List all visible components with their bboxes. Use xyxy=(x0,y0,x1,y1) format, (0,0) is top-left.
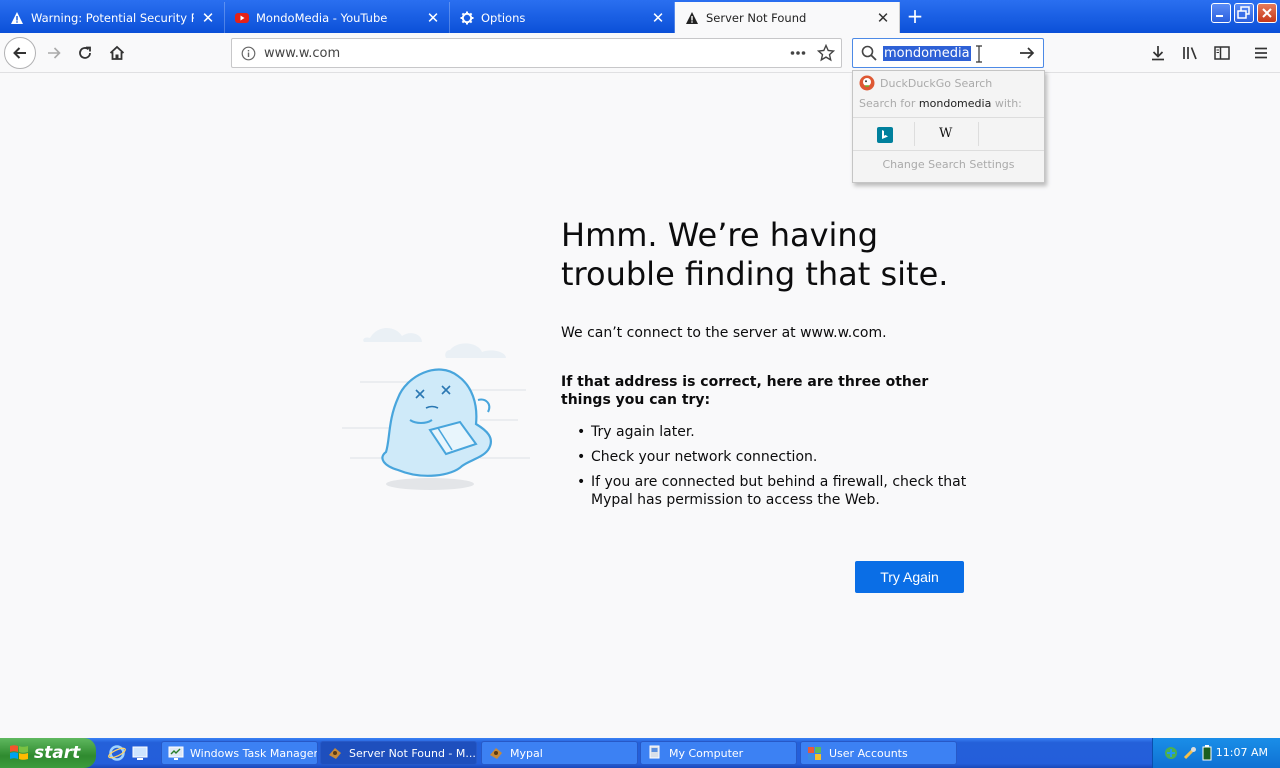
minimize-button[interactable] xyxy=(1211,3,1231,23)
taskbar-item-label: My Computer xyxy=(669,746,744,760)
taskbar-item-server-not-found[interactable]: Server Not Found - M... xyxy=(320,741,477,765)
url-text[interactable]: www.w.com xyxy=(264,46,340,61)
suggestions-heading: If that address is correct, here are thr… xyxy=(561,374,929,408)
gear-icon xyxy=(460,11,474,25)
info-icon[interactable] xyxy=(241,46,256,65)
search-bar[interactable]: mondomedia xyxy=(852,38,1044,68)
back-arrow-icon xyxy=(13,47,26,59)
task-manager-icon xyxy=(168,746,184,760)
engine-divider xyxy=(978,122,979,146)
navigation-toolbar: www.w.com mondomedia xyxy=(0,33,1280,73)
taskbar-item-label: Server Not Found - M... xyxy=(349,746,476,760)
list-item: If you are connected but behind a firewa… xyxy=(577,473,967,509)
reload-button[interactable] xyxy=(69,37,101,69)
wikipedia-icon[interactable]: W xyxy=(939,126,952,141)
close-icon[interactable]: ✕ xyxy=(425,9,441,27)
internet-explorer-icon[interactable] xyxy=(108,744,126,762)
back-button[interactable] xyxy=(4,37,36,69)
hamburger-menu-icon xyxy=(1255,47,1267,59)
tab-title: MondoMedia - YouTube xyxy=(256,10,388,25)
start-button[interactable]: start xyxy=(0,738,96,768)
mypal-icon xyxy=(490,748,502,759)
close-icon[interactable]: ✕ xyxy=(875,9,891,27)
duckduckgo-icon xyxy=(859,75,875,91)
tab-title: Server Not Found xyxy=(706,10,807,25)
error-illustration xyxy=(342,328,530,490)
popup-search-for-label: Search for mondomedia with: xyxy=(859,97,1022,110)
close-icon[interactable]: ✕ xyxy=(650,9,666,27)
taskbar-item-my-computer[interactable]: My Computer xyxy=(640,741,797,765)
computer-icon xyxy=(649,745,660,759)
tab-strip: Warning: Potential Security Risk Ahead ✕… xyxy=(0,0,1280,33)
change-search-settings-button[interactable]: Change Search Settings xyxy=(853,158,1044,171)
user-accounts-icon xyxy=(808,747,821,760)
library-icon xyxy=(1183,47,1197,60)
tab-security-warning[interactable]: Warning: Potential Security Risk Ahead ✕ xyxy=(0,2,225,33)
tab-server-not-found[interactable]: Server Not Found ✕ xyxy=(675,2,900,33)
start-label: start xyxy=(34,743,81,763)
warning-icon xyxy=(685,11,699,25)
error-description: We can’t connect to the server at www.w.… xyxy=(561,325,887,341)
windows-logo-icon xyxy=(9,744,29,767)
taskbar-item-mypal[interactable]: Mypal xyxy=(481,741,638,765)
forward-arrow-icon xyxy=(48,47,61,59)
taskbar: start Windows Task Manager Server Not Fo… xyxy=(0,738,1280,768)
youtube-icon xyxy=(235,11,249,25)
try-again-button[interactable]: Try Again xyxy=(855,561,964,593)
battery-icon[interactable] xyxy=(1201,745,1213,764)
downloads-button[interactable] xyxy=(1142,37,1174,69)
tab-options[interactable]: Options ✕ xyxy=(450,2,675,33)
page-title: Hmm. We’re having trouble finding that s… xyxy=(561,216,949,293)
search-for-term: mondomedia xyxy=(918,97,992,110)
forward-button[interactable] xyxy=(38,37,70,69)
page-actions-icon[interactable] xyxy=(789,44,807,66)
search-go-button[interactable] xyxy=(1018,44,1036,66)
clock[interactable]: 11:07 AM xyxy=(1216,746,1268,759)
show-desktop-icon[interactable] xyxy=(131,744,149,762)
home-button[interactable] xyxy=(101,37,133,69)
restore-button[interactable] xyxy=(1234,3,1254,23)
system-tray: 11:07 AM xyxy=(1152,738,1280,768)
tab-youtube[interactable]: MondoMedia - YouTube ✕ xyxy=(225,2,450,33)
taskbar-item-user-accounts[interactable]: User Accounts xyxy=(800,741,957,765)
sidebar-icon xyxy=(1214,46,1230,60)
search-for-prefix: Search for xyxy=(859,97,916,110)
home-icon xyxy=(109,45,125,60)
one-off-engines-row: W xyxy=(853,117,1044,151)
suggestions-list: Try again later. Check your network conn… xyxy=(577,423,967,516)
search-input[interactable]: mondomedia xyxy=(883,46,971,61)
menu-button[interactable] xyxy=(1245,37,1277,69)
popup-engine-header: DuckDuckGo Search xyxy=(859,75,992,91)
search-suggestions-popup: DuckDuckGo Search Search for mondomedia … xyxy=(852,70,1045,183)
list-item: Try again later. xyxy=(577,423,967,441)
url-bar[interactable]: www.w.com xyxy=(231,38,842,68)
mypal-icon xyxy=(329,748,341,759)
taskbar-item-label: User Accounts xyxy=(829,746,908,760)
close-icon[interactable]: ✕ xyxy=(200,9,216,27)
popup-engine-name: DuckDuckGo Search xyxy=(880,76,993,90)
taskbar-item-label: Mypal xyxy=(510,746,543,760)
text-cursor-icon xyxy=(975,45,983,67)
search-icon xyxy=(861,45,877,65)
list-item: Check your network connection. xyxy=(577,448,967,466)
bookmark-star-icon[interactable] xyxy=(816,43,836,66)
tools-icon[interactable] xyxy=(1182,745,1198,764)
reload-icon xyxy=(79,46,91,59)
taskbar-item-task-manager[interactable]: Windows Task Manager xyxy=(161,741,318,765)
warning-icon xyxy=(10,11,24,25)
search-for-suffix: with: xyxy=(994,97,1022,110)
tab-title: Options xyxy=(481,10,526,25)
network-icon[interactable] xyxy=(1163,745,1179,764)
engine-divider xyxy=(914,122,915,146)
sidebar-button[interactable] xyxy=(1206,37,1238,69)
bing-icon[interactable] xyxy=(877,127,893,146)
library-button[interactable] xyxy=(1174,37,1206,69)
new-tab-button[interactable]: + xyxy=(904,6,926,28)
close-window-button[interactable] xyxy=(1257,3,1277,23)
tab-title: Warning: Potential Security Risk Ahead xyxy=(31,10,194,25)
download-icon xyxy=(1152,46,1164,61)
taskbar-item-label: Windows Task Manager xyxy=(190,746,318,760)
